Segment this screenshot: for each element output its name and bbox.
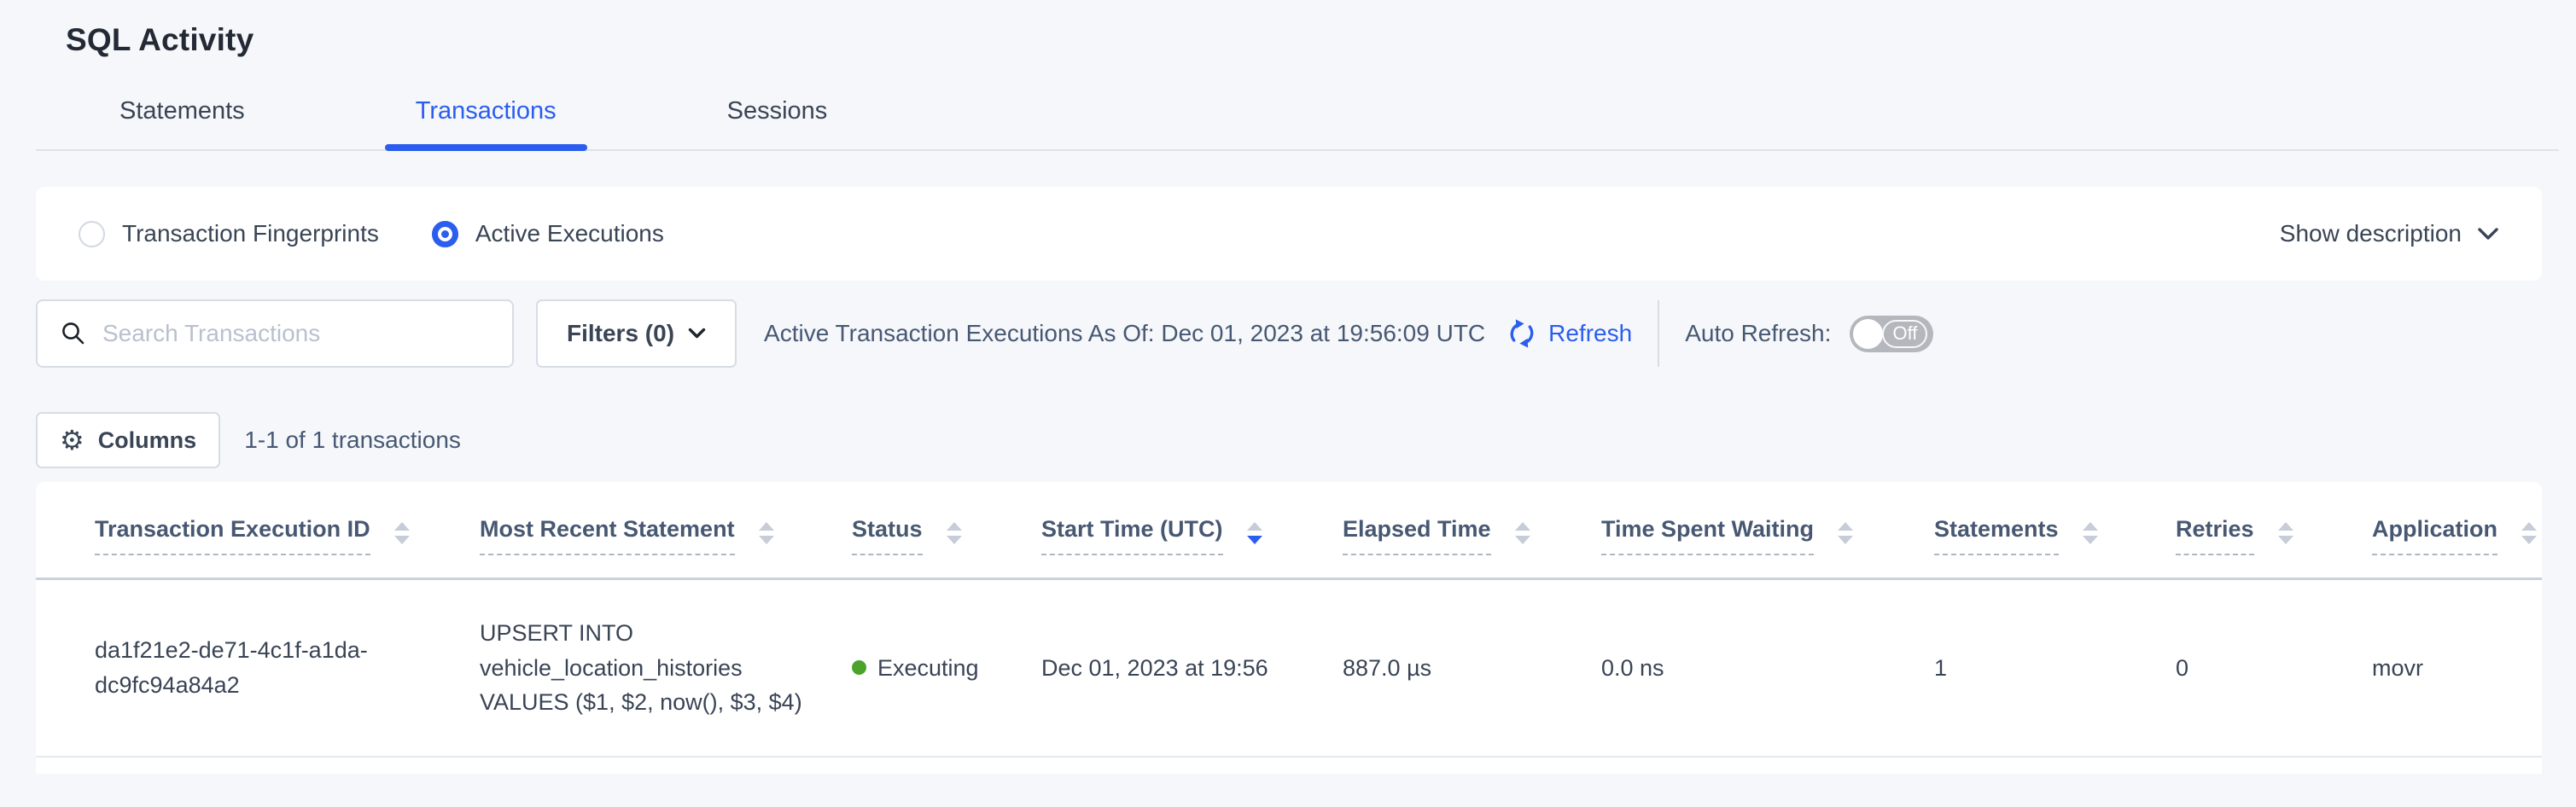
header-time-spent-waiting[interactable]: Time Spent Waiting	[1601, 516, 1934, 579]
sort-carets[interactable]	[2278, 522, 2293, 544]
tab-statements[interactable]: Statements	[89, 97, 276, 149]
radio-transaction-fingerprints-label: Transaction Fingerprints	[122, 220, 379, 247]
view-mode-card: Transaction Fingerprints Active Executio…	[36, 187, 2542, 281]
header-elapsed-time[interactable]: Elapsed Time	[1343, 516, 1601, 579]
search-input[interactable]	[102, 320, 502, 347]
header-start-time[interactable]: Start Time (UTC)	[1041, 516, 1343, 579]
vertical-divider	[1658, 300, 1659, 367]
cell-start-time: Dec 01, 2023 at 19:56	[1041, 579, 1343, 757]
sort-carets[interactable]	[759, 522, 774, 544]
sql-activity-tabs: Statements Transactions Sessions	[36, 97, 2559, 151]
tab-sessions[interactable]: Sessions	[696, 97, 859, 149]
refresh-button[interactable]: Refresh	[1506, 317, 1632, 350]
cell-statements: 1	[1934, 579, 2176, 757]
cell-retries: 0	[2176, 579, 2372, 757]
tab-transactions[interactable]: Transactions	[385, 97, 587, 149]
cell-status: Executing	[852, 579, 1041, 757]
transactions-table-card: Transaction Execution ID Most Recent Sta…	[36, 482, 2542, 774]
active-tab-underline	[385, 144, 587, 151]
cell-transaction-execution-id[interactable]: da1f21e2-de71-4c1f-a1da-dc9fc94a84a2	[36, 579, 480, 757]
refresh-icon	[1506, 317, 1538, 350]
table-header-row: Transaction Execution ID Most Recent Sta…	[36, 516, 2542, 579]
header-application[interactable]: Application	[2372, 516, 2542, 579]
filters-button[interactable]: Filters (0)	[536, 299, 737, 368]
chevron-down-icon	[688, 328, 706, 340]
radio-transaction-fingerprints[interactable]: Transaction Fingerprints	[79, 220, 379, 247]
cell-application: movr	[2372, 579, 2542, 757]
header-statements[interactable]: Statements	[1934, 516, 2176, 579]
status-label: Executing	[877, 651, 979, 686]
sort-carets[interactable]	[1838, 522, 1853, 544]
auto-refresh-toggle[interactable]: Off	[1850, 316, 1933, 352]
status-executing-dot-icon	[852, 660, 866, 675]
filters-button-label: Filters (0)	[567, 320, 674, 347]
search-box[interactable]	[36, 299, 514, 368]
table-row: da1f21e2-de71-4c1f-a1da-dc9fc94a84a2 UPS…	[36, 579, 2542, 757]
show-description-toggle[interactable]: Show description	[2280, 220, 2499, 247]
columns-button[interactable]: ⚙ Columns	[36, 412, 220, 468]
page-title: SQL Activity	[66, 22, 2576, 58]
sort-carets-active[interactable]	[1247, 522, 1262, 544]
gear-icon: ⚙	[60, 427, 85, 454]
show-description-label: Show description	[2280, 220, 2462, 247]
as-of-timestamp: Active Transaction Executions As Of: Dec…	[764, 320, 1485, 347]
sort-carets[interactable]	[2083, 522, 2098, 544]
header-most-recent-statement[interactable]: Most Recent Statement	[480, 516, 852, 579]
controls-bar: Filters (0) Active Transaction Execution…	[36, 299, 2542, 368]
refresh-label: Refresh	[1548, 320, 1632, 347]
header-status[interactable]: Status	[852, 516, 1041, 579]
radio-unchecked-icon[interactable]	[79, 221, 105, 247]
tab-sessions-label: Sessions	[727, 97, 828, 125]
sort-carets[interactable]	[947, 522, 962, 544]
columns-button-label: Columns	[98, 427, 197, 454]
header-transaction-execution-id[interactable]: Transaction Execution ID	[36, 516, 480, 579]
sort-carets[interactable]	[1515, 522, 1530, 544]
radio-active-executions-label: Active Executions	[475, 220, 664, 247]
cell-time-spent-waiting: 0.0 ns	[1601, 579, 1934, 757]
toggle-state-label: Off	[1882, 320, 1927, 348]
radio-checked-icon[interactable]	[432, 221, 458, 247]
table-meta-bar: ⚙ Columns 1-1 of 1 transactions	[36, 412, 2542, 468]
cell-elapsed-time: 887.0 µs	[1343, 579, 1601, 757]
search-icon	[60, 320, 87, 347]
auto-refresh-label: Auto Refresh:	[1685, 320, 1831, 347]
tab-transactions-label: Transactions	[416, 97, 557, 125]
sort-carets[interactable]	[394, 522, 410, 544]
header-retries[interactable]: Retries	[2176, 516, 2372, 579]
cell-most-recent-statement[interactable]: UPSERT INTO vehicle_location_histories V…	[480, 579, 852, 757]
tab-statements-label: Statements	[119, 97, 245, 125]
chevron-down-icon	[2477, 227, 2499, 241]
toggle-knob	[1853, 319, 1883, 349]
sort-carets[interactable]	[2521, 522, 2537, 544]
transactions-table: Transaction Execution ID Most Recent Sta…	[36, 516, 2542, 758]
radio-active-executions[interactable]: Active Executions	[432, 220, 664, 247]
result-count: 1-1 of 1 transactions	[244, 427, 461, 454]
